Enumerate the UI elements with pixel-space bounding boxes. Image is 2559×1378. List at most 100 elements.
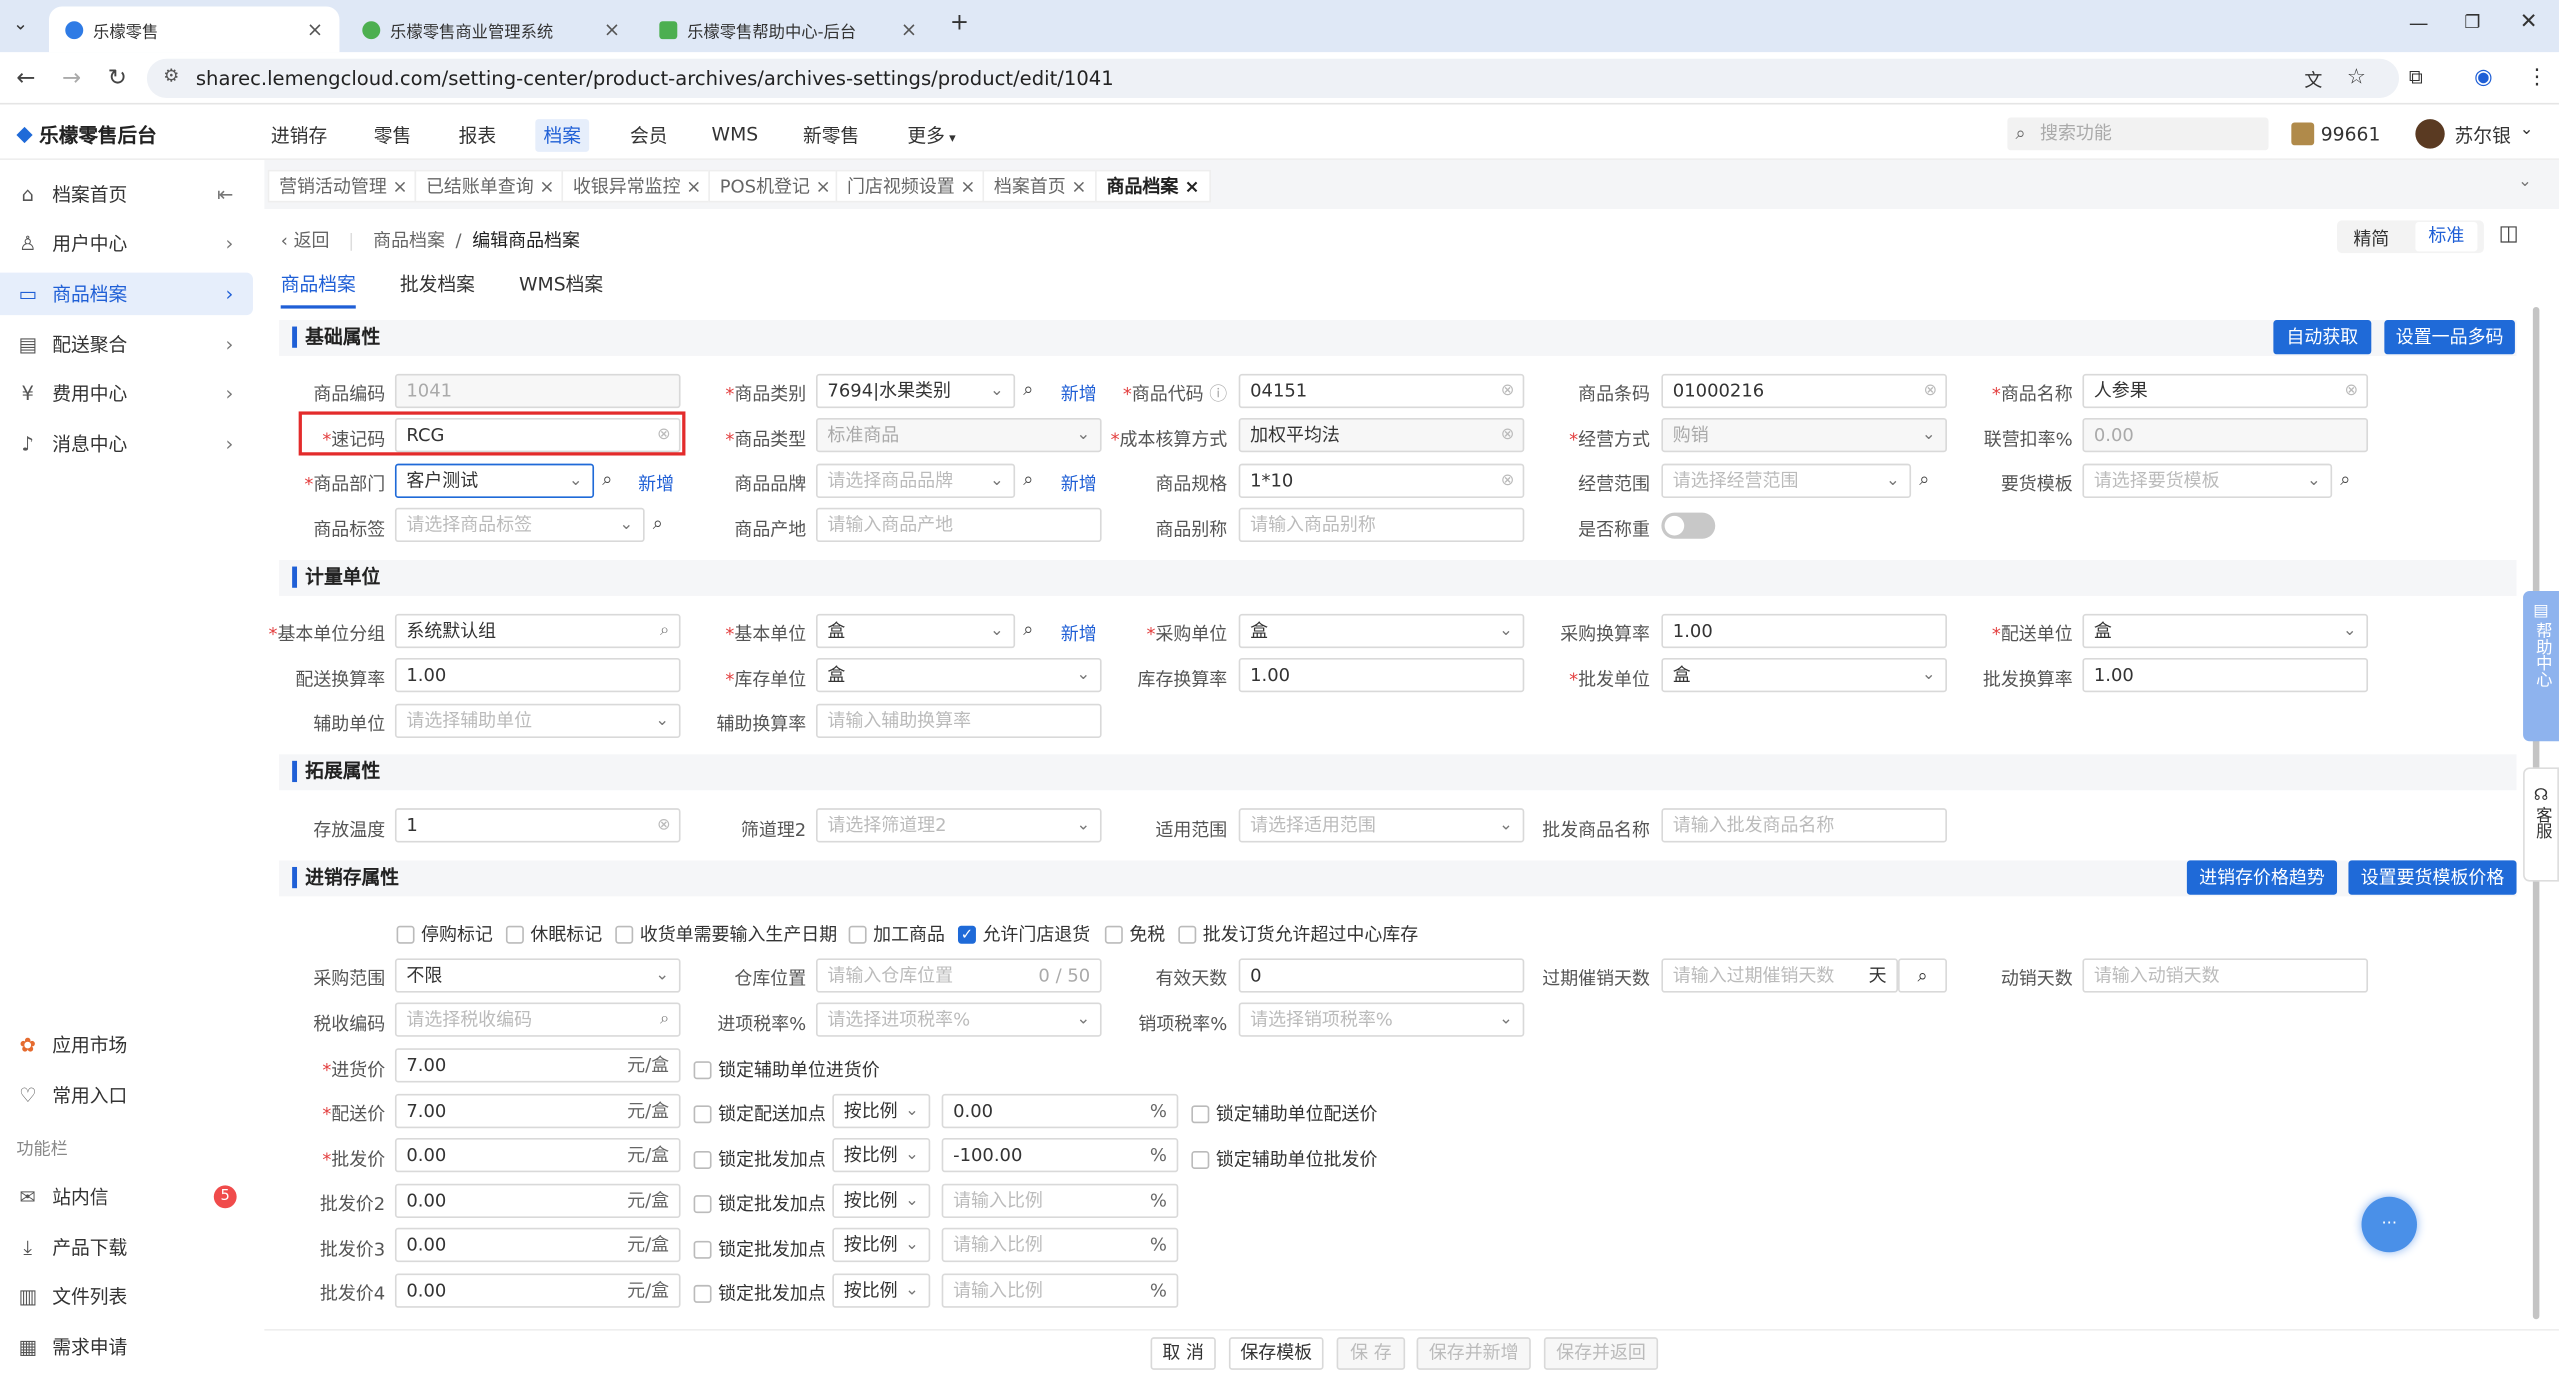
tag-select[interactable]: 请选择商品标签 ⌄ (394, 507, 645, 543)
base-unit-add-link[interactable]: 新增 (1061, 620, 1097, 646)
tax-code-field[interactable]: 请选择税收编码 ⌕ (394, 1002, 681, 1037)
wholesale2-ratio-select[interactable]: 按比例 ⌄ (832, 1183, 931, 1218)
close-icon[interactable]: × (901, 18, 917, 41)
output-tax-select[interactable]: 请选择销项税率% ⌄ (1238, 1002, 1525, 1037)
tag-search-icon[interactable]: ⌕ (653, 513, 663, 536)
sidebar-item-common-entry[interactable]: ♡ 常用入口 (0, 1074, 253, 1116)
aux-rate-input[interactable]: 请输入辅助换算率 (816, 703, 1102, 738)
sidebar-item-download[interactable]: ⤓ 产品下载 (0, 1226, 253, 1268)
clear-icon[interactable]: ⊗ (2345, 376, 2359, 407)
dist-rate-field[interactable]: 1.00 (394, 657, 681, 693)
sidebar-item-app-market[interactable]: ✿ 应用市场 (0, 1024, 253, 1066)
expire-days-input[interactable]: 请输入过期催销天数天 (1661, 958, 1899, 993)
url-field[interactable]: ⚙ sharec.lemengcloud.com/setting-center/… (146, 58, 2400, 98)
user-menu-chevron-icon[interactable]: ⌄ (2520, 121, 2534, 139)
expire-search-icon[interactable]: ⌕ (1898, 958, 1947, 993)
tab-wms-archive[interactable]: WMS档案 (519, 271, 603, 297)
page-tab-settled-bills[interactable]: 已结账单查询 × (414, 169, 566, 203)
wholesale4-ratio-input[interactable]: 请输入比例% (941, 1273, 1179, 1308)
sales-days-input[interactable]: 请输入动销天数 (2082, 958, 2369, 993)
tabs-dropdown-icon[interactable]: ⌄ (2518, 173, 2532, 191)
save-template-button[interactable]: 保存模板 (1228, 1337, 1324, 1370)
function-search-input[interactable]: ⌕ 搜索功能 (2007, 117, 2269, 151)
avatar[interactable] (2415, 119, 2445, 149)
nav-more[interactable]: 更多 ▾ (907, 122, 955, 148)
restore-icon[interactable]: ❐ (2464, 11, 2480, 32)
collapse-sidebar-icon[interactable]: ⇤ (217, 183, 233, 206)
wholesale-price2-field[interactable]: 0.00 元/盒 (394, 1183, 681, 1218)
sidebar-item-file-list[interactable]: ▥ 文件列表 (0, 1275, 253, 1317)
wholesale2-ratio-input[interactable]: 请输入比例% (941, 1183, 1179, 1218)
wholesale-price4-field[interactable]: 0.00 元/盒 (394, 1273, 681, 1308)
page-tab-marketing[interactable]: 营销活动管理 × (267, 169, 419, 203)
nav-retail[interactable]: 零售 (374, 122, 412, 148)
breadcrumb-parent[interactable]: 商品档案 (373, 230, 445, 251)
page-tab-archive-home[interactable]: 档案首页 × (982, 169, 1098, 203)
dist-ratio-field[interactable]: 0.00% (941, 1093, 1179, 1129)
purchase-scope-select[interactable]: 不限 ⌄ (394, 958, 681, 993)
weigh-toggle[interactable] (1661, 512, 1716, 539)
customer-service-float[interactable]: ☊ 客服 (2523, 767, 2559, 882)
scope-select[interactable]: 请选择经营范围 ⌄ (1661, 463, 1912, 498)
template-price-button[interactable]: 设置要货模板价格 (2348, 860, 2517, 895)
clear-icon[interactable]: ⊗ (1923, 376, 1937, 407)
unit-group-field[interactable]: 系统默认组 ⌕ (394, 613, 681, 649)
view-compact-option[interactable]: 精简 (2353, 225, 2389, 251)
apply-scope-select[interactable]: 请选择适用范围 ⌄ (1238, 808, 1525, 843)
app-logo[interactable]: ◆ 乐檬零售后台 (16, 121, 156, 149)
window-close-icon[interactable]: ✕ (2520, 10, 2538, 34)
lock-wholesale3-markup[interactable]: 锁定批发加点 (693, 1236, 826, 1262)
sidebar-item-archive-home[interactable]: ⌂ 档案首页 ⇤ (0, 173, 253, 215)
pcode-field[interactable]: 04151 ⊗ (1238, 373, 1525, 409)
valid-days-field[interactable]: 0 (1238, 958, 1525, 993)
save-button[interactable]: 保 存 (1336, 1337, 1406, 1370)
wholesale3-ratio-input[interactable]: 请输入比例% (941, 1227, 1179, 1263)
reload-icon[interactable]: ↻ (108, 65, 127, 91)
product-name-field[interactable]: 人参果 ⊗ (2082, 373, 2369, 409)
dept-select[interactable]: 客户测试 ⌄ (394, 463, 595, 498)
sidebar-item-inbox[interactable]: ✉ 站内信 5 (0, 1176, 253, 1218)
brand-select[interactable]: 请选择商品品牌 ⌄ (816, 463, 1016, 498)
nav-wms[interactable]: WMS (712, 122, 759, 145)
wholesale-ratio-select[interactable]: 按比例 ⌄ (832, 1137, 931, 1173)
nav-new-retail[interactable]: 新零售 (803, 122, 859, 148)
close-icon[interactable]: × (604, 18, 620, 41)
tab-product-archive[interactable]: 商品档案 (280, 271, 356, 309)
check-tax-free[interactable]: 免税 (1104, 921, 1165, 947)
browser-menu-icon[interactable]: ⋮ (2526, 65, 2547, 89)
dist-price-field[interactable]: 7.00 元/盒 (394, 1093, 681, 1129)
save-and-return-button[interactable]: 保存并返回 (1543, 1337, 1659, 1370)
site-info-icon[interactable]: ⚙ (163, 65, 179, 86)
sidebar-item-fee-center[interactable]: ¥ 费用中心 › (0, 372, 253, 414)
clear-icon[interactable]: ⊗ (1501, 465, 1515, 496)
wholesale4-ratio-select[interactable]: 按比例 ⌄ (832, 1273, 931, 1308)
sidebar-item-request[interactable]: ▦ 需求申请 (0, 1326, 253, 1368)
nav-archive[interactable]: 档案 (535, 119, 590, 152)
check-production-date[interactable]: 收货单需要输入生产日期 (615, 921, 837, 947)
purchase-unit-select[interactable]: 盒 ⌄ (1238, 613, 1525, 649)
cancel-button[interactable]: 取 消 (1150, 1337, 1216, 1370)
multi-code-button[interactable]: 设置一品多码 (2384, 320, 2515, 355)
sidebar-item-user-center[interactable]: ♙ 用户中心 › (0, 222, 253, 264)
minimize-icon[interactable]: — (2409, 11, 2429, 34)
lock-aux-purchase-price[interactable]: 锁定辅助单位进货价 (693, 1056, 880, 1082)
extensions-icon[interactable]: ⧉ (2409, 65, 2423, 89)
stock-rate-field[interactable]: 1.00 (1238, 657, 1525, 693)
category-search-icon[interactable]: ⌕ (1023, 379, 1033, 402)
search-icon[interactable]: ⌕ (660, 1004, 669, 1035)
nav-report[interactable]: 报表 (459, 122, 497, 148)
wholesale-unit-select[interactable]: 盒 ⌄ (1661, 657, 1947, 693)
lock-aux-dist-price[interactable]: 锁定辅助单位配送价 (1191, 1100, 1377, 1126)
translate-icon[interactable]: 文 (2304, 67, 2322, 93)
browser-tab-1[interactable]: 乐檬零售 × (48, 6, 340, 53)
tab-wholesale-archive[interactable]: 批发档案 (400, 271, 475, 297)
lock-wholesale2-markup[interactable]: 锁定批发加点 (693, 1190, 826, 1216)
filter-select[interactable]: 请选择筛道理2 ⌄ (816, 808, 1102, 843)
wholesale-rate-field[interactable]: 1.00 (2082, 657, 2369, 693)
price-trend-button[interactable]: 进销存价格趋势 (2186, 860, 2338, 895)
category-add-link[interactable]: 新增 (1061, 380, 1097, 406)
base-unit-select[interactable]: 盒 ⌄ (816, 613, 1016, 649)
dept-search-icon[interactable]: ⌕ (602, 469, 612, 492)
page-tab-cashier-monitor[interactable]: 收银异常监控 × (561, 169, 713, 203)
dept-add-link[interactable]: 新增 (638, 470, 674, 496)
